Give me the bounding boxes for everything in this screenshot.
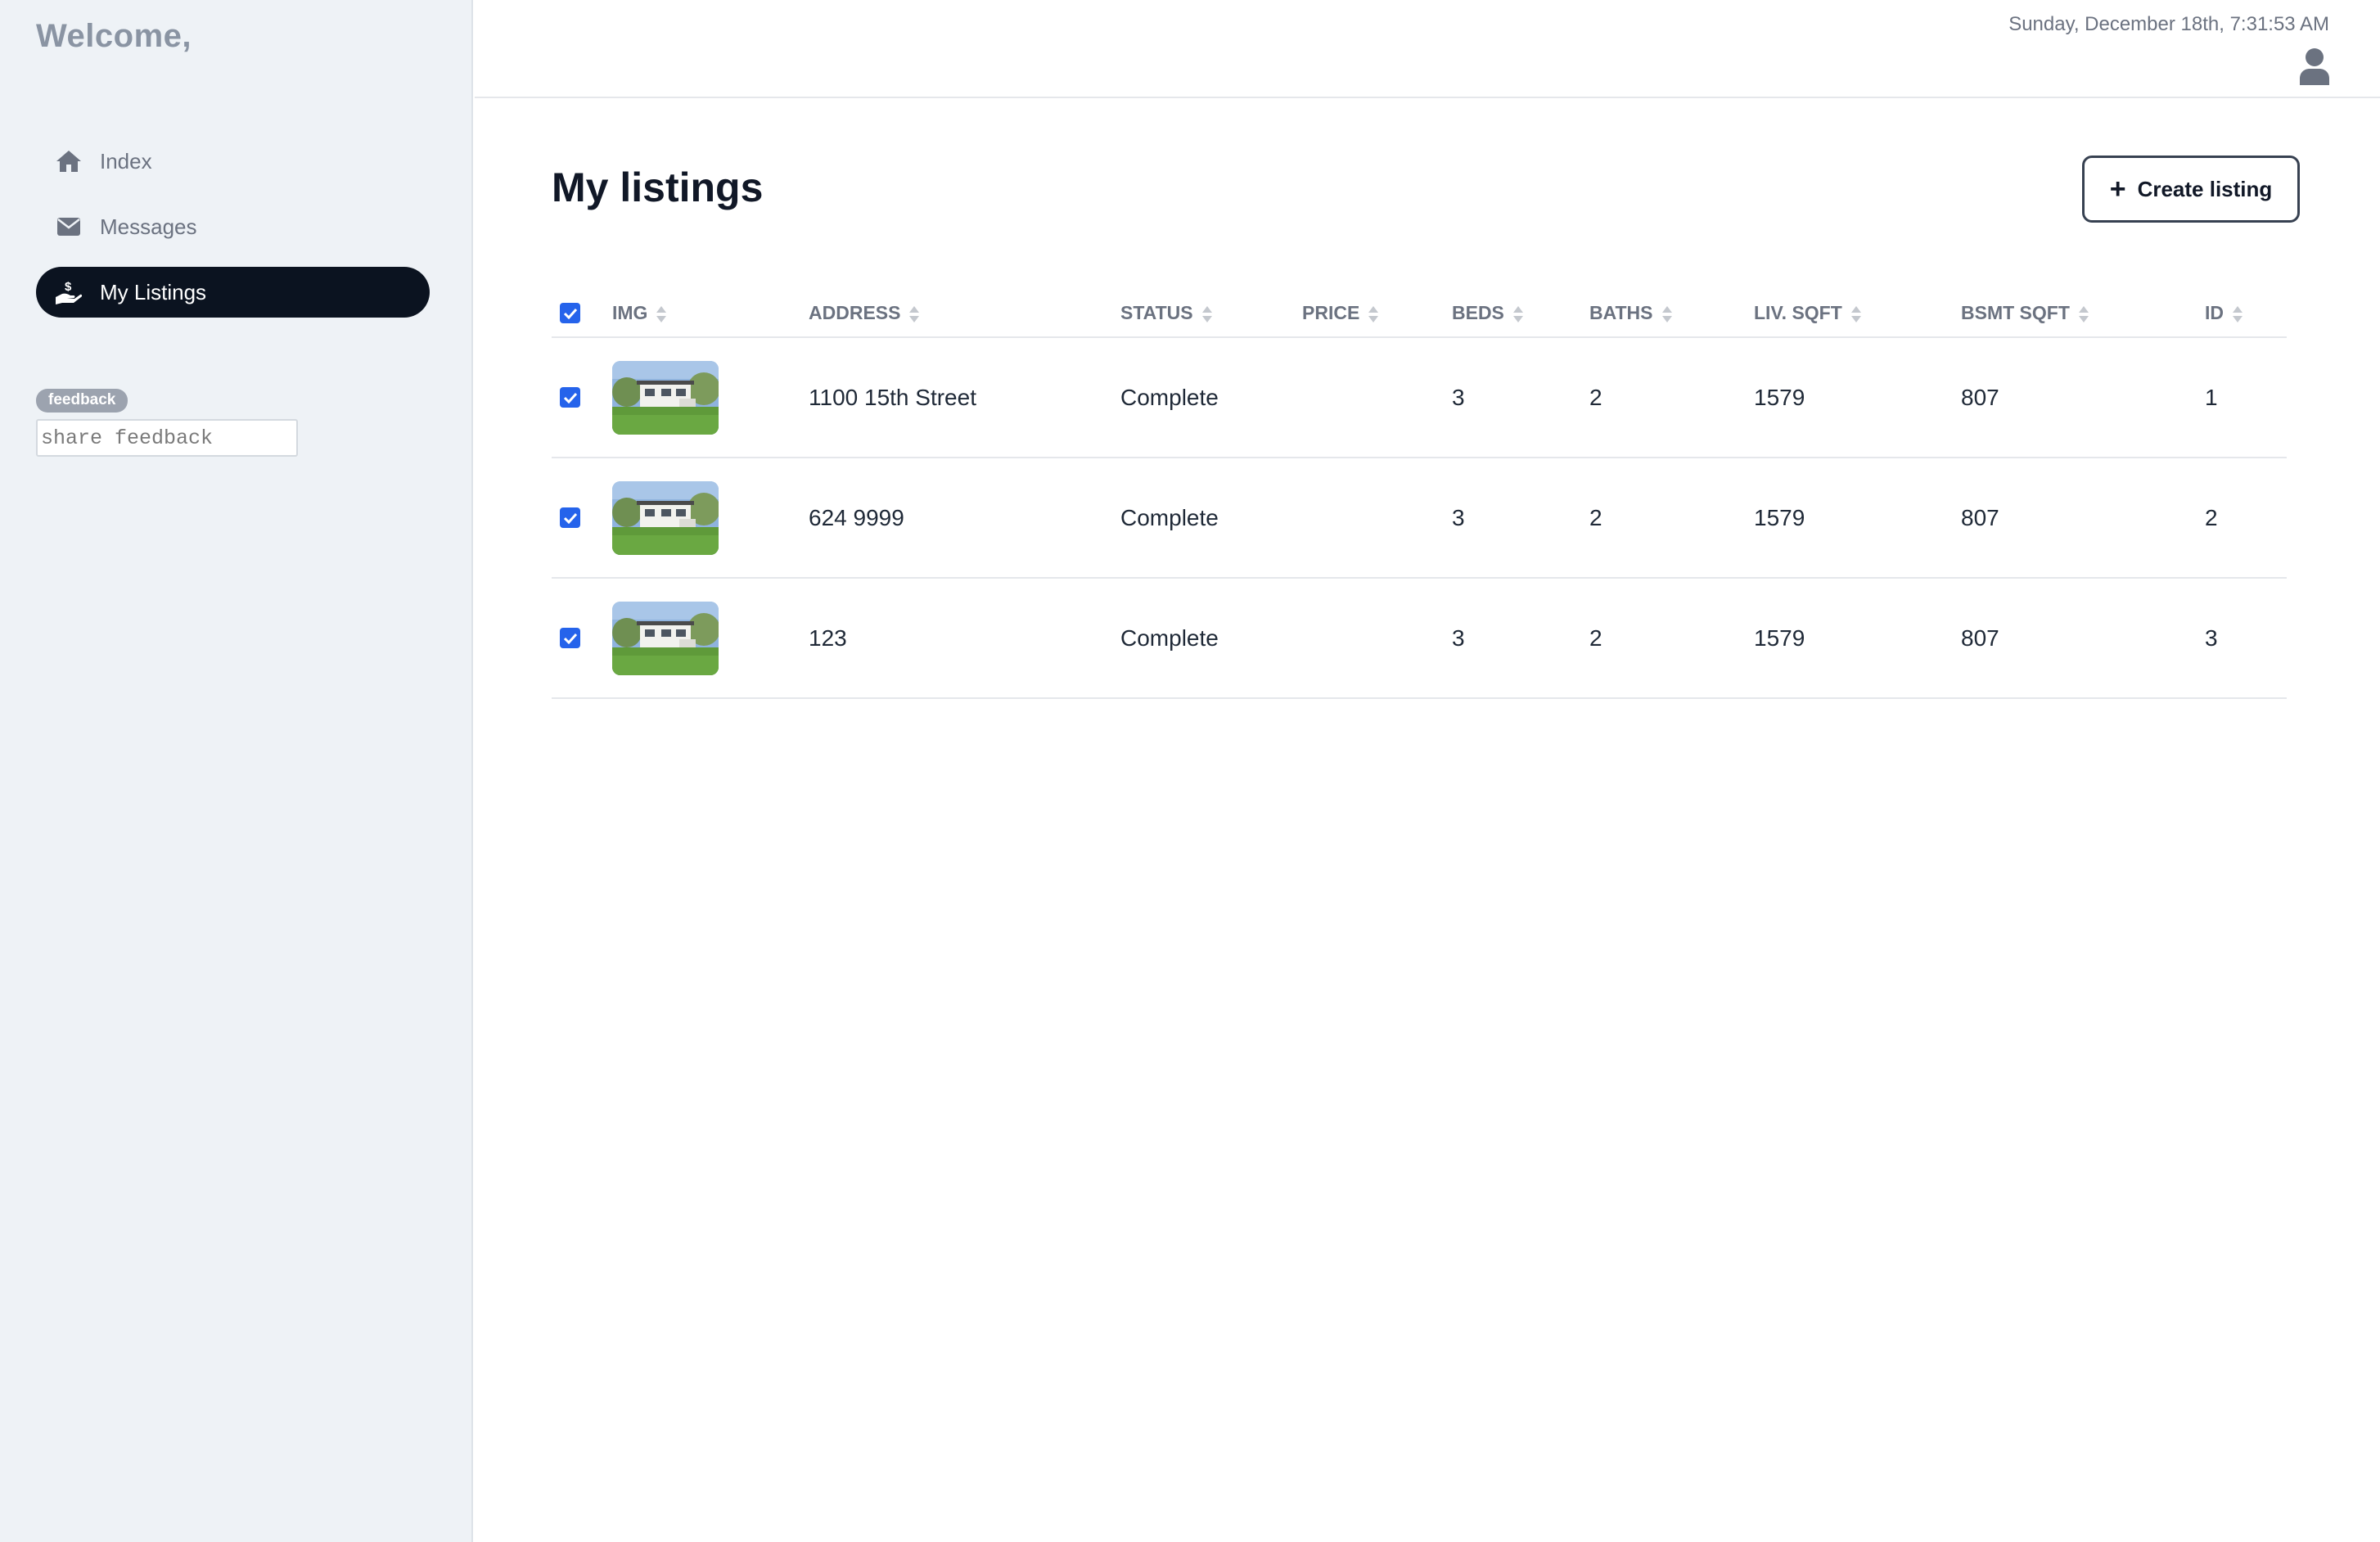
row-checkbox[interactable] bbox=[560, 628, 580, 648]
listing-thumbnail[interactable] bbox=[612, 601, 719, 675]
sort-icon bbox=[2078, 305, 2089, 322]
sort-icon bbox=[1661, 305, 1672, 322]
beds-cell: 3 bbox=[1452, 578, 1589, 699]
price-cell bbox=[1302, 337, 1452, 458]
column-header-status[interactable]: STATUS bbox=[1120, 290, 1302, 338]
listing-image-cell bbox=[612, 578, 809, 699]
bsmt-sqft-cell: 807 bbox=[1961, 578, 2205, 699]
liv-sqft-cell: 1579 bbox=[1754, 458, 1961, 579]
column-header-bsmt-sqft[interactable]: BSMT SQFT bbox=[1961, 290, 2205, 338]
sidebar-item-index[interactable]: Index bbox=[36, 136, 430, 187]
create-listing-label: Create listing bbox=[2137, 176, 2273, 201]
row-select-cell bbox=[552, 458, 612, 579]
user-icon[interactable] bbox=[2298, 47, 2331, 85]
svg-text:$: $ bbox=[65, 280, 72, 294]
main-content: My listings + Create listing IMG ADDRESS… bbox=[475, 100, 2380, 1542]
table-row[interactable]: 123 Complete 3 2 1579 807 3 bbox=[552, 578, 2287, 699]
status-cell: Complete bbox=[1120, 337, 1302, 458]
column-header-liv-sqft[interactable]: LIV. SQFT bbox=[1754, 290, 1961, 338]
bsmt-sqft-cell: 807 bbox=[1961, 458, 2205, 579]
price-cell bbox=[1302, 578, 1452, 699]
feedback-section: feedback bbox=[36, 389, 298, 457]
status-cell: Complete bbox=[1120, 458, 1302, 579]
sort-icon bbox=[1512, 305, 1523, 322]
listing-image-cell bbox=[612, 458, 809, 579]
sort-icon bbox=[1201, 305, 1212, 322]
create-listing-button[interactable]: + Create listing bbox=[2082, 156, 2300, 223]
column-header-beds[interactable]: BEDS bbox=[1452, 290, 1589, 338]
id-cell: 1 bbox=[2205, 337, 2287, 458]
current-datetime: Sunday, December 18th, 7:31:53 AM bbox=[2008, 13, 2329, 35]
id-cell: 3 bbox=[2205, 578, 2287, 699]
id-cell: 2 bbox=[2205, 458, 2287, 579]
feedback-input[interactable] bbox=[36, 419, 298, 457]
select-all-cell bbox=[552, 290, 612, 338]
sidebar-item-my-listings[interactable]: $ My Listings bbox=[36, 267, 430, 318]
row-select-cell bbox=[552, 337, 612, 458]
column-header-price[interactable]: PRICE bbox=[1302, 290, 1452, 338]
listing-thumbnail[interactable] bbox=[612, 480, 719, 555]
column-header-img[interactable]: IMG bbox=[612, 290, 809, 338]
row-checkbox[interactable] bbox=[560, 507, 580, 528]
feedback-badge: feedback bbox=[36, 389, 128, 413]
sidebar-item-label: Index bbox=[100, 148, 152, 174]
address-cell: 1100 15th Street bbox=[809, 337, 1120, 458]
beds-cell: 3 bbox=[1452, 337, 1589, 458]
envelope-icon bbox=[54, 212, 83, 241]
sidebar: Welcome, Index Messages $ My Listings fe… bbox=[0, 0, 473, 1542]
hand-dollar-icon: $ bbox=[54, 277, 83, 307]
sort-icon bbox=[1368, 305, 1379, 322]
sort-icon bbox=[909, 305, 920, 322]
price-cell bbox=[1302, 458, 1452, 579]
row-select-cell bbox=[552, 578, 612, 699]
status-cell: Complete bbox=[1120, 578, 1302, 699]
sidebar-item-label: Messages bbox=[100, 214, 197, 239]
listings-table: IMG ADDRESS STATUS PRICE BEDS BATHS LIV.… bbox=[552, 290, 2287, 699]
top-bar: Sunday, December 18th, 7:31:53 AM bbox=[475, 0, 2380, 98]
sort-icon bbox=[2233, 305, 2243, 322]
bsmt-sqft-cell: 807 bbox=[1961, 337, 2205, 458]
sidebar-item-messages[interactable]: Messages bbox=[36, 201, 430, 252]
select-all-checkbox[interactable] bbox=[560, 303, 580, 323]
listing-image-cell bbox=[612, 337, 809, 458]
baths-cell: 2 bbox=[1589, 578, 1754, 699]
app-root: Welcome, Index Messages $ My Listings fe… bbox=[0, 0, 2380, 1542]
plus-icon: + bbox=[2109, 174, 2126, 205]
beds-cell: 3 bbox=[1452, 458, 1589, 579]
liv-sqft-cell: 1579 bbox=[1754, 578, 1961, 699]
table-header-row: IMG ADDRESS STATUS PRICE BEDS BATHS LIV.… bbox=[552, 290, 2287, 338]
baths-cell: 2 bbox=[1589, 458, 1754, 579]
sort-icon bbox=[656, 305, 667, 322]
table-row[interactable]: 1100 15th Street Complete 3 2 1579 807 1 bbox=[552, 337, 2287, 458]
liv-sqft-cell: 1579 bbox=[1754, 337, 1961, 458]
row-checkbox[interactable] bbox=[560, 387, 580, 408]
table-row[interactable]: 624 9999 Complete 3 2 1579 807 2 bbox=[552, 458, 2287, 579]
address-cell: 624 9999 bbox=[809, 458, 1120, 579]
sort-icon bbox=[1850, 305, 1861, 322]
column-header-address[interactable]: ADDRESS bbox=[809, 290, 1120, 338]
address-cell: 123 bbox=[809, 578, 1120, 699]
listing-thumbnail[interactable] bbox=[612, 360, 719, 435]
page-title: My listings bbox=[552, 165, 764, 210]
sidebar-nav: Index Messages $ My Listings bbox=[36, 136, 430, 332]
column-header-baths[interactable]: BATHS bbox=[1589, 290, 1754, 338]
column-header-id[interactable]: ID bbox=[2205, 290, 2287, 338]
baths-cell: 2 bbox=[1589, 337, 1754, 458]
sidebar-item-label: My Listings bbox=[100, 279, 207, 304]
welcome-text: Welcome, bbox=[36, 18, 192, 54]
home-icon bbox=[54, 147, 83, 176]
